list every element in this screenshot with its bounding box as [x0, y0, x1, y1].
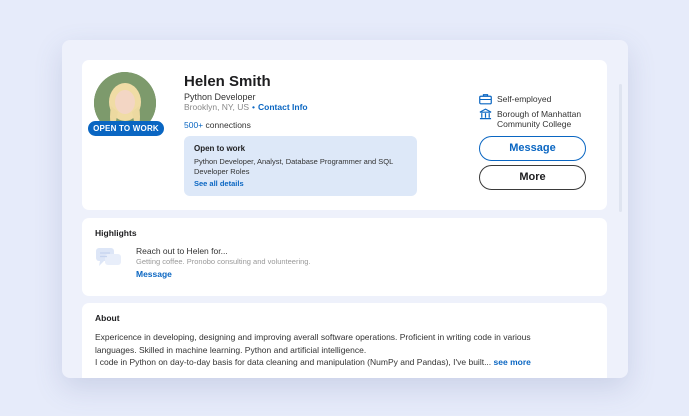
about-text: Expericence in developing, designing and…	[95, 331, 600, 369]
profile-card: OPEN TO WORK Helen Smith Python Develope…	[82, 60, 607, 210]
highlights-card: Highlights Reach out to Helen for... Get…	[82, 218, 607, 296]
open-to-work-box: Open to work Python Developer, Analyst, …	[184, 136, 417, 196]
message-button[interactable]: Message	[479, 136, 586, 161]
contact-info-link[interactable]: Contact Info	[258, 102, 308, 112]
open-to-work-title: Open to work	[194, 144, 246, 153]
chat-bubbles-icon	[96, 248, 121, 266]
scrollbar[interactable]	[619, 84, 622, 212]
about-line: languages. Skilled in machine learning. …	[95, 344, 367, 355]
about-card: About Expericence in developing, designi…	[82, 303, 607, 378]
education-row[interactable]: Borough of Manhattan Community College	[479, 108, 589, 129]
about-line: Expericence in developing, designing and…	[95, 332, 531, 342]
education-label: Borough of Manhattan Community College	[497, 109, 582, 129]
profile-location: Brooklyn, NY, US	[184, 102, 250, 112]
location-row: Brooklyn, NY, US • Contact Info	[184, 102, 308, 112]
open-to-work-roles: Python Developer, Analyst, Database Prog…	[194, 157, 393, 176]
connections-label: connections	[205, 120, 251, 130]
connections[interactable]: 500+ connections	[184, 120, 251, 130]
open-to-work-badge: OPEN TO WORK	[88, 121, 164, 136]
profile-name: Helen Smith	[184, 73, 271, 90]
see-more-link[interactable]: see more	[494, 357, 531, 367]
about-title: About	[95, 313, 120, 323]
highlights-title: Highlights	[95, 228, 137, 238]
highlights-message-link[interactable]: Message	[136, 269, 172, 279]
profile-window: OPEN TO WORK Helen Smith Python Develope…	[62, 40, 628, 378]
see-all-details-link[interactable]: See all details	[194, 179, 407, 188]
separator-dot: •	[252, 102, 256, 112]
briefcase-icon	[479, 94, 492, 105]
highlights-subtext: Getting coffee. Pronobo consulting and v…	[136, 257, 311, 266]
school-icon	[479, 108, 492, 120]
employment-row[interactable]: Self-employed	[479, 94, 551, 105]
connections-count: 500+	[184, 120, 204, 130]
more-button[interactable]: More	[479, 165, 586, 190]
highlights-heading: Reach out to Helen for...	[136, 246, 228, 256]
about-line: I code in Python on day-to-day basis for…	[95, 356, 600, 369]
profile-headline: Python Developer	[184, 92, 256, 102]
employment-label: Self-employed	[497, 94, 552, 104]
about-line-text: I code in Python on day-to-day basis for…	[95, 357, 492, 367]
